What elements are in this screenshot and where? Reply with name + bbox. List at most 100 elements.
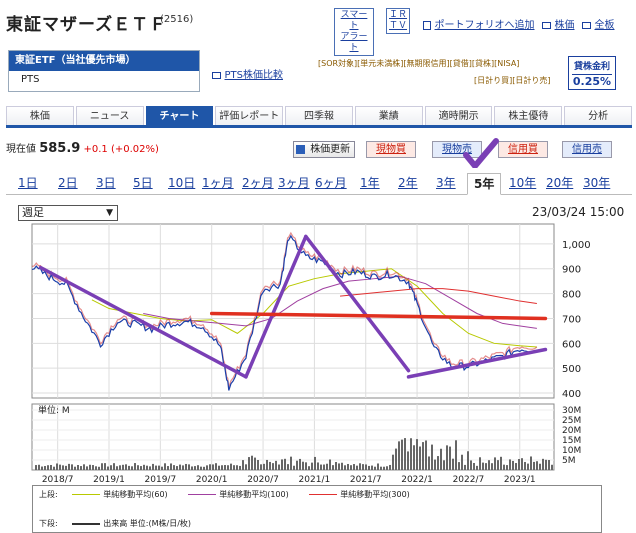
volume-bar	[494, 457, 496, 470]
lending-rate-value: 0.25%	[572, 74, 612, 88]
tab-stock-price[interactable]: 株価	[6, 106, 74, 125]
volume-bar	[137, 465, 139, 470]
period-1y[interactable]: 1年	[360, 173, 380, 193]
volume-bar	[320, 464, 322, 470]
legend-ma100: 単純移動平均(100)	[219, 490, 289, 499]
refresh-price-button[interactable]: 株価更新	[293, 141, 355, 158]
volume-bar	[368, 465, 370, 470]
volume-bar	[338, 463, 340, 470]
volume-bar	[296, 460, 298, 470]
volume-bar	[95, 466, 97, 470]
volume-bar	[110, 465, 112, 470]
spot-buy-button[interactable]: 現物買	[366, 141, 416, 158]
candle-period-value: 週足	[22, 206, 44, 219]
volume-bar	[197, 465, 199, 470]
volume-bar	[464, 464, 466, 470]
x-tick-label: 2018/7	[42, 475, 74, 485]
margin-sell-button[interactable]: 信用売	[562, 141, 612, 158]
tab-news[interactable]: ニュース	[75, 106, 144, 125]
period-5y[interactable]: 5年	[467, 173, 502, 195]
volume-bar	[455, 440, 457, 470]
period-10y[interactable]: 10年	[509, 173, 536, 193]
margin-buy-button[interactable]: 信用買	[498, 141, 548, 158]
volume-bar	[167, 466, 169, 470]
volume-bar	[479, 457, 481, 470]
volume-bar	[191, 466, 193, 470]
period-2y[interactable]: 2年	[398, 173, 418, 193]
volume-bar	[116, 466, 118, 470]
volume-bar	[341, 462, 343, 470]
volume-bar	[92, 465, 94, 470]
add-portfolio-link[interactable]: ポートフォリオへ追加	[435, 20, 535, 31]
volume-bar	[119, 465, 121, 470]
period-20y[interactable]: 20年	[546, 173, 573, 193]
volume-bar	[89, 464, 91, 470]
volume-bar	[389, 464, 391, 470]
legend-ma60: 単純移動平均(60)	[103, 490, 168, 499]
period-2m[interactable]: 2ヶ月	[242, 173, 274, 193]
tab-shikiho[interactable]: 四季報	[285, 106, 353, 125]
tab-disclosure[interactable]: 適時開示	[424, 106, 493, 125]
period-2d[interactable]: 2日	[58, 173, 78, 193]
x-tick-label: 2019/7	[145, 475, 177, 485]
volume-bar	[209, 464, 211, 470]
volume-bar	[344, 465, 346, 470]
period-3y[interactable]: 3年	[436, 173, 456, 193]
volume-bar	[305, 462, 307, 470]
volume-bar	[230, 463, 232, 470]
trade-tags-line2: [日計り買][日計り売]	[474, 76, 551, 85]
volume-bar	[332, 465, 334, 470]
volume-bar	[416, 439, 418, 470]
volume-bar	[113, 463, 115, 470]
tab-shareholder-benefits[interactable]: 株主優待	[494, 106, 563, 125]
zenban-link[interactable]: 全板	[595, 20, 615, 31]
volume-bar	[302, 461, 304, 470]
pts-compare-link[interactable]: PTS株価比較	[225, 70, 284, 81]
x-tick-label: 2021/1	[299, 475, 331, 485]
price-tick-label: 900	[562, 265, 581, 276]
tab-analysis[interactable]: 分析	[564, 106, 633, 125]
period-3m[interactable]: 3ヶ月	[278, 173, 310, 193]
volume-bar	[260, 464, 262, 470]
volume-bar	[242, 460, 244, 470]
period-1d[interactable]: 1日	[18, 173, 38, 193]
volume-bar	[59, 464, 61, 470]
volume-bar	[287, 464, 289, 470]
market-option-pts[interactable]: PTS	[9, 71, 199, 88]
volume-bar	[77, 465, 79, 470]
x-tick-label: 2022/1	[401, 475, 433, 485]
volume-bar	[428, 456, 430, 470]
price-chart: 400 500 600 700 800 900 1,000 2018/7 2019/1 2019/…	[31, 223, 591, 485]
tab-rating-report[interactable]: 評価レポート	[215, 106, 284, 125]
period-10d[interactable]: 10日	[168, 173, 195, 193]
period-30y[interactable]: 30年	[583, 173, 610, 193]
smart-alert-button[interactable]: スマート アラート	[334, 8, 374, 56]
kabuka-link[interactable]: 株価	[555, 20, 575, 31]
candle-period-select[interactable]: 週足 ▼	[18, 205, 118, 221]
period-5d[interactable]: 5日	[133, 173, 153, 193]
ir-tv-button[interactable]: ＩＲ ＴＶ	[386, 8, 410, 34]
period-6m[interactable]: 6ヶ月	[315, 173, 347, 193]
volume-bar	[440, 448, 442, 470]
market-option-selected[interactable]: 東証ETF（当社優先市場）	[9, 51, 199, 71]
volume-bar	[551, 464, 553, 470]
period-3d[interactable]: 3日	[96, 173, 116, 193]
volume-bar	[62, 465, 64, 470]
current-price: 585.9	[39, 141, 81, 156]
legend-ma100-swatch	[188, 494, 217, 495]
tab-earnings[interactable]: 業績	[354, 106, 423, 125]
x-tick-label: 2019/1	[93, 475, 125, 485]
volume-bar	[308, 466, 310, 470]
volume-bar	[326, 463, 328, 470]
volume-bar	[533, 461, 535, 470]
volume-bar	[44, 466, 46, 470]
volume-bar	[257, 460, 259, 470]
tab-chart[interactable]: チャート	[145, 106, 214, 125]
volume-bar	[221, 465, 223, 470]
period-1m[interactable]: 1ヶ月	[202, 173, 234, 193]
trade-tags-line1: [SOR対象][単元未満株][無期限信用][貸借][貸株][NISA]	[318, 59, 520, 68]
volume-bar	[380, 466, 382, 470]
volume-bar	[467, 451, 469, 470]
price-tick-label: 1,000	[562, 240, 591, 251]
volume-bar	[290, 456, 292, 470]
